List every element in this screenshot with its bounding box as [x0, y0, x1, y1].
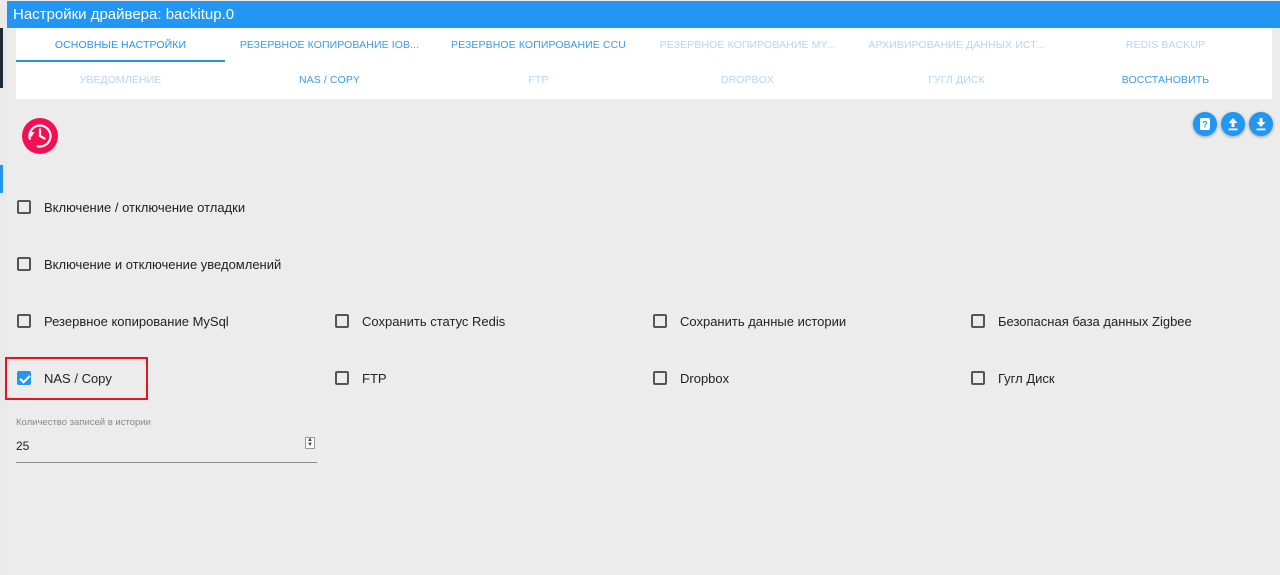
gdrive-checkbox-label: Гугл Диск	[998, 370, 1055, 386]
svg-text:?: ?	[1202, 120, 1208, 130]
tab-ccu-backup[interactable]: РЕЗЕРВНОЕ КОПИРОВАНИЕ CCU	[434, 28, 643, 62]
tab-main-settings[interactable]: ОСНОВНЫЕ НАСТРОЙКИ	[16, 28, 225, 62]
ftp-checkbox-label: FTP	[362, 370, 387, 386]
nas-checkbox-row[interactable]: NAS / Copy	[17, 368, 112, 388]
tab-google-drive[interactable]: ГУГЛ ДИСК	[852, 63, 1061, 97]
tab-bar: ОСНОВНЫЕ НАСТРОЙКИ РЕЗЕРВНОЕ КОПИРОВАНИЕ…	[16, 28, 1272, 99]
gdrive-checkbox[interactable]	[971, 371, 985, 385]
mysql-checkbox-label: Резервное копирование MySql	[44, 313, 229, 329]
tab-iobroker-backup[interactable]: РЕЗЕРВНОЕ КОПИРОВАНИЕ IOB...	[225, 28, 434, 62]
tab-dropbox[interactable]: DROPBOX	[643, 63, 852, 97]
dropbox-checkbox-label: Dropbox	[680, 370, 730, 386]
tab-notification[interactable]: УВЕДОМЛЕНИЕ	[16, 63, 225, 97]
redis-checkbox-row[interactable]: Сохранить статус Redis	[335, 311, 505, 331]
tab-redis-backup[interactable]: REDIS BACKUP	[1061, 28, 1270, 62]
ftp-checkbox-row[interactable]: FTP	[335, 368, 387, 388]
tab-ftp[interactable]: FTP	[434, 63, 643, 97]
history-entries-value: 25	[16, 439, 30, 453]
help-icon[interactable]: ?	[1193, 112, 1217, 136]
number-spinner-icon[interactable]: ▲ ▼	[305, 437, 315, 449]
zigbee-checkbox[interactable]	[971, 314, 985, 328]
tab-mysql-backup[interactable]: РЕЗЕРВНОЕ КОПИРОВАНИЕ MY...	[643, 28, 852, 62]
redis-checkbox-label: Сохранить статус Redis	[362, 313, 506, 329]
tab-restore[interactable]: ВОССТАНОВИТЬ	[1061, 63, 1270, 97]
dropbox-checkbox[interactable]	[653, 371, 667, 385]
history-entries-input[interactable]: 25 ▲ ▼	[16, 433, 317, 463]
notifications-checkbox-label: Включение и отключение уведомлений	[44, 256, 282, 272]
history-checkbox[interactable]	[653, 314, 667, 328]
mysql-checkbox[interactable]	[17, 314, 31, 328]
dropbox-checkbox-row[interactable]: Dropbox	[653, 368, 729, 388]
backup-history-icon	[22, 118, 58, 154]
debug-checkbox-row[interactable]: Включение / отключение отладки	[17, 197, 245, 217]
window-title: Настройки драйвера: backitup.0	[7, 1, 1280, 28]
history-checkbox-label: Сохранить данные истории	[680, 313, 847, 329]
debug-checkbox[interactable]	[17, 200, 31, 214]
tab-history-archive[interactable]: АРХИВИРОВАНИЕ ДАННЫХ ИСТ...	[852, 28, 1061, 62]
redis-checkbox[interactable]	[335, 314, 349, 328]
left-edge	[0, 0, 7, 575]
tab-nas-copy[interactable]: NAS / COPY	[225, 63, 434, 97]
nas-checkbox[interactable]	[17, 371, 31, 385]
zigbee-checkbox-row[interactable]: Безопасная база данных Zigbee	[971, 311, 1192, 331]
download-icon[interactable]	[1249, 112, 1273, 136]
nas-checkbox-label: NAS / Copy	[44, 370, 112, 386]
upload-icon[interactable]	[1221, 112, 1245, 136]
history-entries-label: Количество записей в истории	[16, 417, 151, 428]
history-checkbox-row[interactable]: Сохранить данные истории	[653, 311, 846, 331]
left-edge-dark-strip	[0, 28, 3, 88]
left-edge-blue-strip	[0, 165, 3, 193]
notifications-checkbox-row[interactable]: Включение и отключение уведомлений	[17, 254, 281, 274]
notifications-checkbox[interactable]	[17, 257, 31, 271]
gdrive-checkbox-row[interactable]: Гугл Диск	[971, 368, 1055, 388]
zigbee-checkbox-label: Безопасная база данных Zigbee	[998, 313, 1192, 329]
debug-checkbox-label: Включение / отключение отладки	[44, 199, 246, 215]
ftp-checkbox[interactable]	[335, 371, 349, 385]
mysql-checkbox-row[interactable]: Резервное копирование MySql	[17, 311, 229, 331]
